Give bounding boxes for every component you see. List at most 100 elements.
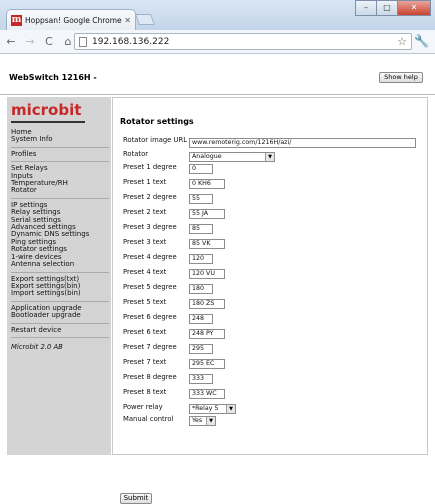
address-text[interactable]: 192.168.136.222 <box>92 37 397 47</box>
preset-5-degree-row: Preset 5 degree 180 <box>123 284 423 299</box>
show-help-button[interactable]: Show help <box>379 72 423 83</box>
device-title: WebSwitch 1216H - <box>9 73 97 82</box>
rotator-image-url-value: www.remoterig.com/1216H/azi/ <box>192 139 292 146</box>
preset-3-degree-row: Preset 3 degree 85 <box>123 224 423 239</box>
sidebar: microbit Home System Info Profiles Set Rela… <box>7 97 111 455</box>
minimize-button[interactable]: – <box>355 0 377 16</box>
preset-3-degree-value: 85 <box>192 225 201 232</box>
sidebar-item[interactable]: System Info <box>11 135 109 143</box>
preset-4-text-row: Preset 4 text 120 VU <box>123 269 423 284</box>
preset-1-degree-input[interactable]: 0 <box>189 164 213 174</box>
preset-2-text-input[interactable]: 55 JA <box>189 209 225 219</box>
address-bar[interactable]: 192.168.136.222 ☆ <box>74 33 412 50</box>
preset-2-degree-row: Preset 2 degree 55 <box>123 194 423 209</box>
sidebar-item[interactable]: Bootloader upgrade <box>11 311 109 319</box>
browser-titlebar: m Hoppsan! Google Chrome ✕ – □ ✕ <box>0 0 435 30</box>
preset-3-degree-input[interactable]: 85 <box>189 224 213 234</box>
preset-2-degree-input[interactable]: 55 <box>189 194 213 204</box>
power-relay-select[interactable]: *Relay 5 ▼ <box>189 404 236 414</box>
maximize-button[interactable]: □ <box>376 0 398 16</box>
manual-control-value: Yes <box>192 417 203 424</box>
preset-4-text-value: 120 VU <box>192 270 215 277</box>
preset-4-degree-input[interactable]: 120 <box>189 254 213 264</box>
chevron-down-icon: ▼ <box>265 153 274 161</box>
sidebar-group: Export settings(txt) Export settings(bin)… <box>11 273 109 302</box>
manual-control-row: Manual control Yes ▼ <box>123 416 423 428</box>
web-page: WebSwitch 1216H - Show help microbit Hom… <box>0 55 435 504</box>
preset-8-text-label: Preset 8 text <box>123 388 167 396</box>
preset-5-text-label: Preset 5 text <box>123 298 167 306</box>
copyright-note: Microbit 2.0 AB <box>11 342 63 351</box>
back-icon[interactable]: ← <box>3 35 19 48</box>
preset-4-degree-value: 120 <box>192 255 205 262</box>
microbit-favicon-icon: m <box>11 14 22 26</box>
browser-tab[interactable]: m Hoppsan! Google Chrome ✕ <box>6 9 136 30</box>
preset-6-degree-value: 248 <box>192 315 205 322</box>
preset-5-text-input[interactable]: 180 ZS <box>189 299 225 309</box>
preset-5-degree-label: Preset 5 degree <box>123 283 177 291</box>
sidebar-item[interactable]: Restart device <box>11 326 109 334</box>
preset-5-degree-input[interactable]: 180 <box>189 284 213 294</box>
sidebar-item[interactable]: Antenna selection <box>11 260 109 268</box>
tab-title: Hoppsan! Google Chrome <box>25 15 122 25</box>
bookmark-star-icon[interactable]: ☆ <box>397 35 407 48</box>
rotator-type-label: Rotator <box>123 150 149 158</box>
sidebar-item[interactable]: Profiles <box>11 150 109 158</box>
wrench-menu-icon[interactable]: 🔧 <box>414 34 429 48</box>
preset-8-degree-input[interactable]: 333 <box>189 374 213 384</box>
preset-1-text-label: Preset 1 text <box>123 178 167 186</box>
rotator-image-url-input[interactable]: www.remoterig.com/1216H/azi/ <box>189 138 416 148</box>
preset-6-text-input[interactable]: 248 PY <box>189 329 225 339</box>
preset-7-text-label: Preset 7 text <box>123 358 167 366</box>
preset-1-degree-row: Preset 1 degree 0 <box>123 164 423 179</box>
submit-button[interactable]: Submit <box>120 493 152 504</box>
preset-7-text-row: Preset 7 text 295 EC <box>123 359 423 374</box>
preset-7-degree-input[interactable]: 295 <box>189 344 213 354</box>
sidebar-group: Set Relays Inputs Temperature/RH Rotator <box>11 162 109 199</box>
preset-6-degree-input[interactable]: 248 <box>189 314 213 324</box>
preset-5-text-value: 180 ZS <box>192 300 215 307</box>
new-tab-button[interactable] <box>134 14 156 25</box>
tab-close-icon[interactable]: ✕ <box>124 16 131 25</box>
preset-8-text-input[interactable]: 333 WC <box>189 389 225 399</box>
chevron-down-icon: ▼ <box>226 405 235 413</box>
preset-8-text-value: 333 WC <box>192 390 217 397</box>
rotator-image-url-label: Rotator image URL <box>123 136 187 144</box>
preset-2-degree-label: Preset 2 degree <box>123 193 177 201</box>
preset-7-degree-row: Preset 7 degree 295 <box>123 344 423 359</box>
sidebar-item[interactable]: Rotator <box>11 187 109 195</box>
sidebar-menu: Home System Info Profiles Set Relays Inputs T… <box>11 128 109 351</box>
preset-1-text-value: 0 KH6 <box>192 180 211 187</box>
preset-3-text-row: Preset 3 text 85 VK <box>123 239 423 254</box>
preset-2-text-label: Preset 2 text <box>123 208 167 216</box>
chevron-down-icon: ▼ <box>206 417 215 425</box>
preset-6-text-value: 248 PY <box>192 330 214 337</box>
forward-icon[interactable]: → <box>22 35 38 48</box>
preset-1-text-input[interactable]: 0 KH6 <box>189 179 225 189</box>
logo-underline <box>11 121 85 123</box>
preset-2-text-value: 55 JA <box>192 210 209 217</box>
sidebar-group: Restart device <box>11 324 109 338</box>
rotator-image-url-row: Rotator image URL www.remoterig.com/1216H… <box>123 137 423 151</box>
main-content: Rotator settings Rotator image URL www.re… <box>112 97 428 504</box>
reload-icon[interactable]: C <box>41 35 57 48</box>
power-relay-value: *Relay 5 <box>192 405 219 412</box>
sidebar-group: Home System Info <box>11 128 109 148</box>
preset-7-text-input[interactable]: 295 EC <box>189 359 225 369</box>
rotator-type-select[interactable]: Analogue ▼ <box>189 152 275 162</box>
settings-form: Rotator image URL www.remoterig.com/1216H… <box>123 137 423 428</box>
close-window-button[interactable]: ✕ <box>397 0 431 16</box>
preset-4-degree-row: Preset 4 degree 120 <box>123 254 423 269</box>
page-header: WebSwitch 1216H - Show help <box>0 55 435 95</box>
manual-control-select[interactable]: Yes ▼ <box>189 416 216 426</box>
sidebar-item[interactable]: Import settings(bin) <box>11 289 109 297</box>
preset-1-text-row: Preset 1 text 0 KH6 <box>123 179 423 194</box>
preset-3-text-input[interactable]: 85 VK <box>189 239 225 249</box>
sidebar-group: Profiles <box>11 148 109 163</box>
window-controls: – □ ✕ <box>355 0 431 16</box>
preset-4-text-input[interactable]: 120 VU <box>189 269 225 279</box>
microbit-logo: microbit <box>11 101 82 119</box>
preset-3-text-value: 85 VK <box>192 240 211 247</box>
preset-1-degree-label: Preset 1 degree <box>123 163 177 171</box>
preset-7-degree-value: 295 <box>192 345 205 352</box>
